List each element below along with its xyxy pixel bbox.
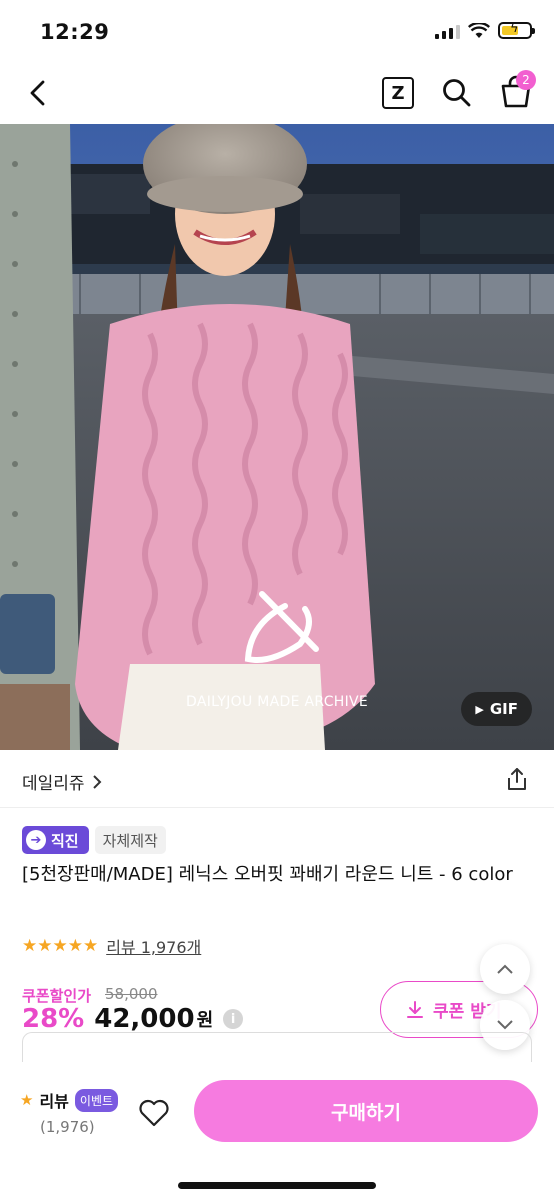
sale-price: 42,000 [94, 1004, 195, 1034]
brand-link[interactable]: 데일리쥬 [22, 769, 103, 794]
heart-icon[interactable] [138, 1098, 170, 1128]
product-image[interactable]: DAILYJOU MADE ARCHIVE ▶ GIF [0, 124, 554, 750]
review-summary[interactable]: ★ 리뷰 이벤트 (1,976) [20, 1088, 119, 1136]
watermark-text: DAILYJOU MADE ARCHIVE [186, 694, 369, 710]
play-icon: ▶ [475, 702, 484, 716]
signal-icon [435, 23, 460, 39]
review-label: 리뷰 [39, 1092, 69, 1111]
z-label: Z [391, 82, 405, 104]
status-bar: 12:29 ϟ [0, 0, 554, 62]
gif-label: GIF [489, 700, 518, 718]
brand-name: 데일리쥬 [22, 774, 85, 794]
arrow-right-icon: ➔ [26, 830, 46, 850]
cart-badge: 2 [516, 70, 536, 90]
original-price: 58,000 [105, 985, 158, 1003]
nav-bar: Z [0, 62, 554, 124]
scroll-up-button[interactable] [480, 944, 530, 994]
chevron-down-icon [497, 1020, 513, 1030]
option-box-edge [22, 1032, 532, 1062]
direct-tag: ➔ 직진 [22, 826, 89, 854]
chevron-right-icon [92, 774, 101, 789]
download-icon [407, 1000, 423, 1018]
currency-unit: 원 [196, 1010, 214, 1031]
product-title: [5천장판매/MADE] 레닉스 오버핏 꽈배기 라운드 니트 - 6 colo… [22, 864, 513, 885]
chevron-up-icon [497, 964, 513, 974]
product-photo [0, 124, 554, 750]
status-icons: ϟ [435, 21, 535, 39]
review-count-link[interactable]: 리뷰 1,976개 [106, 934, 201, 958]
home-indicator [178, 1182, 376, 1189]
info-icon[interactable]: i [223, 1009, 244, 1029]
made-tag: 자체제작 [94, 826, 166, 854]
product-tags: ➔ 직진 자체제작 [22, 826, 166, 854]
event-badge: 이벤트 [74, 1088, 119, 1112]
buy-button[interactable]: 구매하기 [194, 1080, 538, 1142]
brand-row: 데일리쥬 [0, 750, 554, 808]
star-rating-icon: ★★★★★ [22, 936, 99, 956]
status-time: 12:29 [40, 20, 110, 44]
battery-icon: ϟ [498, 21, 535, 39]
search-icon[interactable] [440, 76, 474, 110]
review-count: (1,976) [40, 1118, 95, 1136]
direct-tag-label: 직진 [51, 831, 79, 850]
price-row: 28% 42,000 원 i [22, 1004, 244, 1034]
discount-rate: 28% [22, 1004, 85, 1034]
wifi-icon [468, 22, 490, 38]
z-button[interactable]: Z [382, 77, 414, 109]
rating-row[interactable]: ★★★★★ 리뷰 1,976개 [22, 934, 201, 958]
gif-badge[interactable]: ▶ GIF [461, 692, 532, 726]
share-icon[interactable] [504, 766, 530, 792]
bottom-bar: ★ 리뷰 이벤트 (1,976) 구매하기 [0, 1062, 554, 1200]
coupon-price-label: 쿠폰할인가 [22, 987, 92, 1005]
back-icon[interactable] [22, 76, 56, 110]
star-icon: ★ [20, 1091, 34, 1109]
